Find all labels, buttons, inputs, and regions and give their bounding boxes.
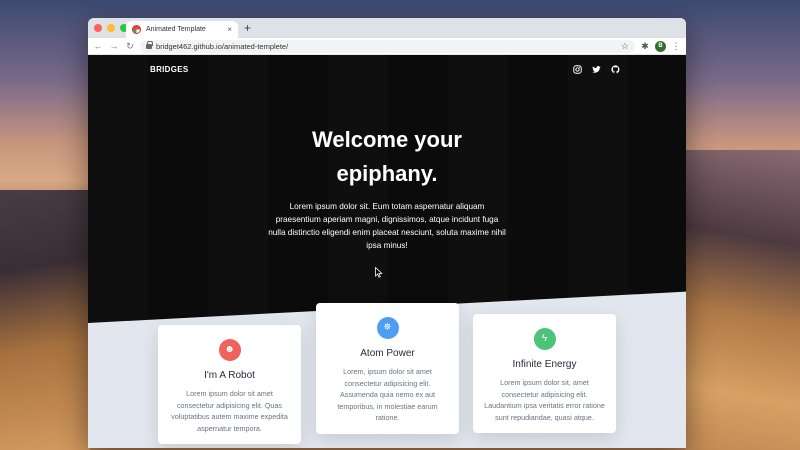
hero-title-line1: Welcome your	[312, 127, 462, 152]
hero-title: Welcome your epiphany.	[88, 123, 686, 191]
browser-tab-active[interactable]: Animated Template ×	[126, 21, 238, 38]
web-page: BRIDGES Welcome your epiphany. Lorem ips…	[88, 55, 686, 448]
back-button[interactable]: ←	[92, 41, 104, 51]
hero-title-line2: epiphany.	[336, 161, 438, 186]
tab-title: Animated Template	[146, 26, 206, 33]
card-text: Lorem ipsum dolor sit, amet consectetur …	[484, 378, 605, 422]
card-text: Lorem, ipsum dolor sit amet consectetur …	[337, 367, 438, 422]
desktop-background-left	[0, 190, 90, 450]
card-title: I'm A Robot	[204, 370, 255, 381]
minimize-window-button[interactable]	[107, 24, 115, 32]
profile-avatar[interactable]: B	[655, 40, 666, 52]
hero-description: Lorem ipsum dolor sit. Eum totam asperna…	[268, 202, 506, 250]
url-text[interactable]: bridget462.github.io/animated-templete/	[156, 42, 617, 51]
card-title: Infinite Energy	[512, 359, 577, 370]
browser-toolbar: ← → ↻ bridget462.github.io/animated-temp…	[88, 38, 686, 55]
browser-window: Animated Template × + ← → ↻ bridget462.g…	[88, 18, 686, 448]
instagram-icon[interactable]	[573, 65, 582, 74]
tab-bar: Animated Template × +	[88, 18, 686, 38]
favicon-icon	[132, 25, 141, 34]
window-controls	[94, 24, 128, 32]
lock-icon[interactable]	[146, 41, 153, 49]
twitter-icon[interactable]	[592, 65, 601, 74]
bookmark-star-icon[interactable]: ☆	[621, 41, 629, 52]
feature-card-atom: ✵ Atom Power Lorem, ipsum dolor sit amet…	[316, 303, 459, 434]
card-title: Atom Power	[360, 348, 415, 359]
forward-button[interactable]: →	[108, 41, 120, 51]
feature-card-robot: ☻ I'm A Robot Lorem ipsum dolor sit amet…	[158, 325, 301, 444]
robot-icon: ☻	[218, 339, 241, 361]
card-text: Lorem ipsum dolor sit amet consectetur a…	[171, 389, 288, 433]
mouse-cursor-icon	[375, 267, 383, 278]
browser-menu-icon[interactable]: ⋮	[670, 41, 682, 52]
desktop-background-right	[685, 150, 800, 450]
lightning-icon: ϟ	[533, 328, 556, 350]
feature-card-energy: ϟ Infinite Energy Lorem ipsum dolor sit,…	[473, 314, 616, 433]
github-icon[interactable]	[611, 65, 620, 74]
close-window-button[interactable]	[94, 24, 102, 32]
new-tab-button[interactable]: +	[244, 21, 251, 35]
atom-icon: ✵	[376, 317, 399, 339]
tab-close-icon[interactable]: ×	[227, 25, 232, 34]
site-nav: BRIDGES	[150, 65, 620, 74]
reload-button[interactable]: ↻	[124, 41, 136, 51]
site-brand[interactable]: BRIDGES	[150, 65, 189, 74]
social-links	[573, 65, 620, 74]
address-bar[interactable]: bridget462.github.io/animated-templete/ …	[140, 39, 635, 53]
extensions-puzzle-icon[interactable]: ✱	[639, 41, 651, 52]
